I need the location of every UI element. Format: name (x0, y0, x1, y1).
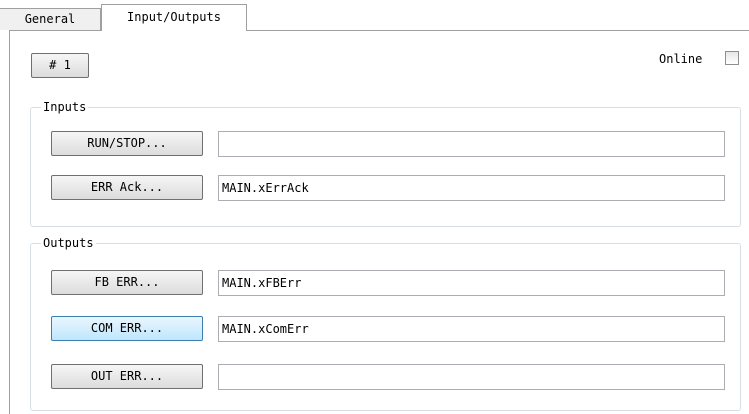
run-stop-button[interactable]: RUN/STOP... (51, 131, 203, 156)
tab-general[interactable]: General (0, 8, 101, 30)
tab-input-outputs[interactable]: Input/Outputs (101, 4, 247, 31)
inputs-group: Inputs (30, 99, 741, 227)
fb-err-button[interactable]: FB ERR... (51, 270, 203, 295)
com-err-button[interactable]: COM ERR... (51, 316, 203, 341)
inputs-group-title: Inputs (41, 99, 89, 115)
online-label: Online (659, 52, 703, 66)
io-config-window: General Input/Outputs # 1 Online Inputs … (0, 0, 749, 414)
online-checkbox[interactable] (725, 51, 739, 65)
com-err-field[interactable]: MAIN.xComErr (218, 316, 725, 342)
out-err-field[interactable] (218, 364, 725, 390)
fb-err-field[interactable]: MAIN.xFBErr (218, 270, 725, 296)
run-stop-field[interactable] (218, 131, 725, 157)
out-err-button[interactable]: OUT ERR... (51, 364, 203, 389)
err-ack-button[interactable]: ERR Ack... (51, 175, 203, 200)
outputs-group-title: Outputs (41, 235, 96, 251)
device-number-button[interactable]: # 1 (31, 53, 89, 78)
err-ack-field[interactable]: MAIN.xErrAck (218, 175, 725, 201)
